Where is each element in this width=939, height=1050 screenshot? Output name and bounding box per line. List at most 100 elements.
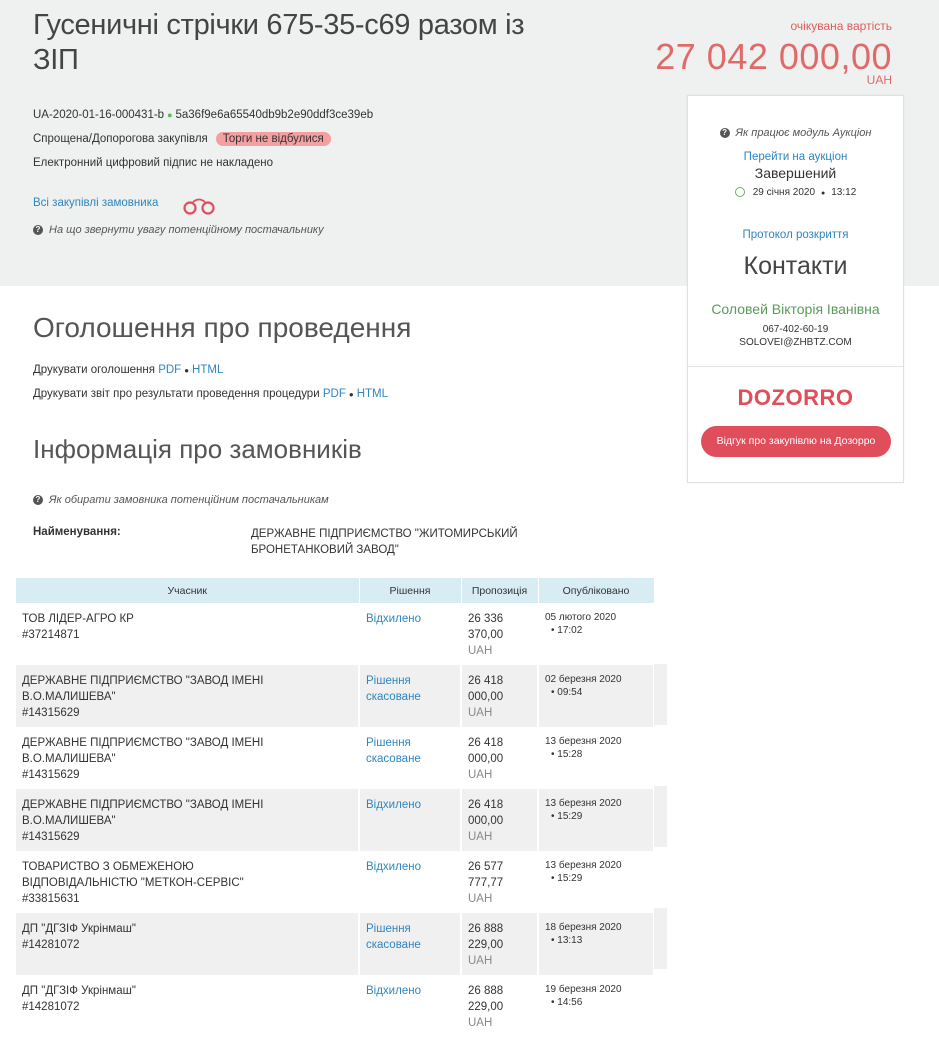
- bid-decision-link[interactable]: Рішення скасоване: [366, 735, 436, 767]
- bids-table: Учасник Рішення Пропозиція Опубліковано …: [16, 578, 655, 1037]
- bid-decision-cell: Відхилено: [359, 975, 462, 1037]
- bid-participant-cell: ДЕРЖАВНЕ ПІДПРИЄМСТВО "ЗАВОД ІМЕНІ В.О.М…: [16, 665, 360, 727]
- bid-date: 13 березня 2020: [545, 798, 622, 809]
- status-badge: Торги не відбулися: [215, 132, 331, 146]
- bid-offer-cell: 26 418 000,00 UAH: [461, 727, 539, 789]
- bid-decision-link[interactable]: Рішення скасоване: [366, 673, 436, 705]
- dozorro-review-button[interactable]: Відгук про закупівлю на Дозорро: [701, 426, 891, 457]
- table-row: ДЕРЖАВНЕ ПІДПРИЄМСТВО "ЗАВОД ІМЕНІ В.О.М…: [16, 665, 655, 727]
- announcement-title: Оголошення про проведення: [33, 312, 412, 343]
- table-scroll-edge: [654, 908, 667, 969]
- tender-id-line: UA-2020-01-16-000431-b ● 5a36f9e6a65540db9…: [33, 109, 373, 121]
- auction-date: 29 січня 2020: [752, 187, 816, 198]
- print-notice-html-link[interactable]: HTML: [192, 364, 223, 376]
- bid-offer-cell: 26 418 000,00 UAH: [461, 789, 539, 851]
- bid-offer-cell: 26 888 229,00 UAH: [461, 913, 539, 975]
- bid-date: 13 березня 2020: [545, 860, 622, 871]
- bid-time-value: 15:29: [557, 811, 583, 822]
- bid-participant-name: ТОВ ЛІДЕР-АГРО КР: [22, 613, 134, 625]
- bid-decision-cell: Рішення скасоване: [359, 913, 462, 975]
- auction-link[interactable]: Перейти на аукціон: [688, 151, 903, 163]
- contact-name: Соловей Вікторія Іванівна: [711, 301, 880, 317]
- bid-decision-link[interactable]: Відхилено: [366, 985, 421, 997]
- print-notice-line: Друкувати оголошення PDF ● HTML: [33, 364, 224, 376]
- bid-time-value: 14:56: [557, 997, 583, 1008]
- bid-published-cell: 19 березня 2020 • 14:56: [538, 975, 655, 1037]
- bid-participant-name: ДП "ДГЗІФ Укрінмаш": [22, 985, 136, 997]
- bid-decision-link[interactable]: Відхилено: [366, 613, 421, 625]
- print-notice-label: Друкувати оголошення: [33, 364, 155, 376]
- attention-help-text: На що звернути увагу потенційному постач…: [49, 224, 324, 236]
- auction-help[interactable]: ? Як працює модуль Аукціон: [688, 127, 903, 139]
- bid-date: 18 березня 2020: [545, 922, 622, 933]
- table-row: ДЕРЖАВНЕ ПІДПРИЄМСТВО "ЗАВОД ІМЕНІ В.О.М…: [16, 727, 655, 789]
- bid-participant-code: #14281072: [22, 1001, 80, 1013]
- dozorro-logo[interactable]: DOZORRO: [688, 385, 903, 411]
- status-dot-icon: ●: [167, 110, 173, 120]
- customers-help[interactable]: ? Як обирати замовника потенційним постач…: [33, 494, 329, 506]
- table-row: ТОВ ЛІДЕР-АГРО КР #37214871 Відхилено 26 33…: [16, 603, 655, 665]
- bid-time: • 13:13: [551, 935, 583, 946]
- bid-participant-code: #33815631: [22, 893, 80, 905]
- bid-participant-cell: ДЕРЖАВНЕ ПІДПРИЄМСТВО "ЗАВОД ІМЕНІ В.О.М…: [16, 727, 360, 789]
- handcuffs-icon[interactable]: [182, 196, 216, 219]
- tender-title: Гусеничні стрічки 675-35-с69 разом із ЗІ…: [33, 9, 525, 76]
- tender-hash: 5a36f9e6a65540db9b2e90ddf3ce39eb: [175, 109, 374, 121]
- bid-offer-cell: 26 577 777,77 UAH: [461, 851, 539, 913]
- col-published: Опубліковано: [538, 578, 655, 603]
- bid-time-value: 15:29: [557, 873, 583, 884]
- bid-currency: UAH: [468, 645, 493, 657]
- bid-amount: 26 336 370,00: [468, 613, 504, 641]
- customers-title: Інформація про замовників: [33, 434, 362, 464]
- bid-participant-cell: ДП "ДГЗІФ Укрінмаш" #14281072: [16, 975, 360, 1037]
- bid-participant-cell: ДЕРЖАВНЕ ПІДПРИЄМСТВО "ЗАВОД ІМЕНІ В.О.М…: [16, 789, 360, 851]
- bid-decision-cell: Відхилено: [359, 851, 462, 913]
- bid-published-cell: 18 березня 2020 • 13:13: [538, 913, 655, 975]
- question-circle-icon: ?: [33, 495, 43, 506]
- bids-header-row: Учасник Рішення Пропозиція Опубліковано: [16, 578, 655, 603]
- bid-participant-name: ДЕРЖАВНЕ ПІДПРИЄМСТВО "ЗАВОД ІМЕНІ В.О.М…: [22, 675, 264, 703]
- bid-offer-cell: 26 888 229,00 UAH: [461, 975, 539, 1037]
- bid-time: • 15:28: [551, 749, 583, 760]
- bid-decision-link[interactable]: Відхилено: [366, 799, 421, 811]
- expected-value-currency: UAH: [866, 73, 892, 87]
- bid-currency: UAH: [468, 893, 493, 905]
- sidebar-divider: [688, 366, 903, 367]
- print-report-html-link[interactable]: HTML: [357, 388, 388, 400]
- bid-date: 19 березня 2020: [545, 984, 622, 995]
- bid-decision-cell: Рішення скасоване: [359, 665, 462, 727]
- table-scroll-edge: [654, 664, 667, 725]
- bid-decision-link[interactable]: Відхилено: [366, 861, 421, 873]
- expected-value-amount: 27 042 000,00: [655, 36, 892, 77]
- bid-currency: UAH: [468, 707, 493, 719]
- bid-decision-link[interactable]: Рішення скасоване: [366, 921, 436, 953]
- attention-help[interactable]: ? На що звернути увагу потенційному поста…: [33, 224, 324, 236]
- bid-time: • 17:02: [551, 625, 583, 636]
- bid-amount: 26 888 229,00: [468, 923, 504, 951]
- procedure-type: Спрощена/Допорогова закупівля: [33, 133, 208, 145]
- print-report-pdf-link[interactable]: PDF: [323, 388, 346, 400]
- bid-participant-name: ДП "ДГЗІФ Укрінмаш": [22, 923, 136, 935]
- bid-participant-cell: ТОВАРИСТВО З ОБМЕЖЕНОЮ ВІДПОВІДАЛЬНІСТЮ …: [16, 851, 360, 913]
- bid-participant-code: #14281072: [22, 939, 80, 951]
- bid-participant-code: #14315629: [22, 831, 80, 843]
- bid-date: 05 лютого 2020: [545, 612, 617, 623]
- tender-id: UA-2020-01-16-000431-b: [33, 109, 165, 121]
- protocol-link[interactable]: Протокол розкриття: [688, 229, 903, 241]
- bid-currency: UAH: [468, 769, 493, 781]
- all-purchases-link[interactable]: Всі закупівлі замовника: [33, 197, 158, 209]
- bid-published-cell: 13 березня 2020 • 15:28: [538, 727, 655, 789]
- bid-amount: 26 418 000,00: [468, 737, 504, 765]
- bid-participant-cell: ДП "ДГЗІФ Укрінмаш" #14281072: [16, 913, 360, 975]
- col-decision: Рішення: [359, 578, 462, 603]
- question-circle-icon: ?: [719, 128, 730, 139]
- bid-time: • 09:54: [551, 687, 583, 698]
- bid-decision-cell: Рішення скасоване: [359, 727, 462, 789]
- print-notice-pdf-link[interactable]: PDF: [158, 364, 181, 376]
- procedure-line: Спрощена/Допорогова закупівля Торги не ві…: [33, 132, 331, 146]
- bid-participant-cell: ТОВ ЛІДЕР-АГРО КР #37214871: [16, 603, 360, 665]
- customers-help-text: Як обирати замовника потенційним постача…: [49, 494, 329, 506]
- contact-email[interactable]: SOLOVEI@ZHBTZ.COM: [688, 337, 903, 348]
- bid-amount: 26 888 229,00: [468, 985, 504, 1013]
- bid-published-cell: 02 березня 2020 • 09:54: [538, 665, 655, 727]
